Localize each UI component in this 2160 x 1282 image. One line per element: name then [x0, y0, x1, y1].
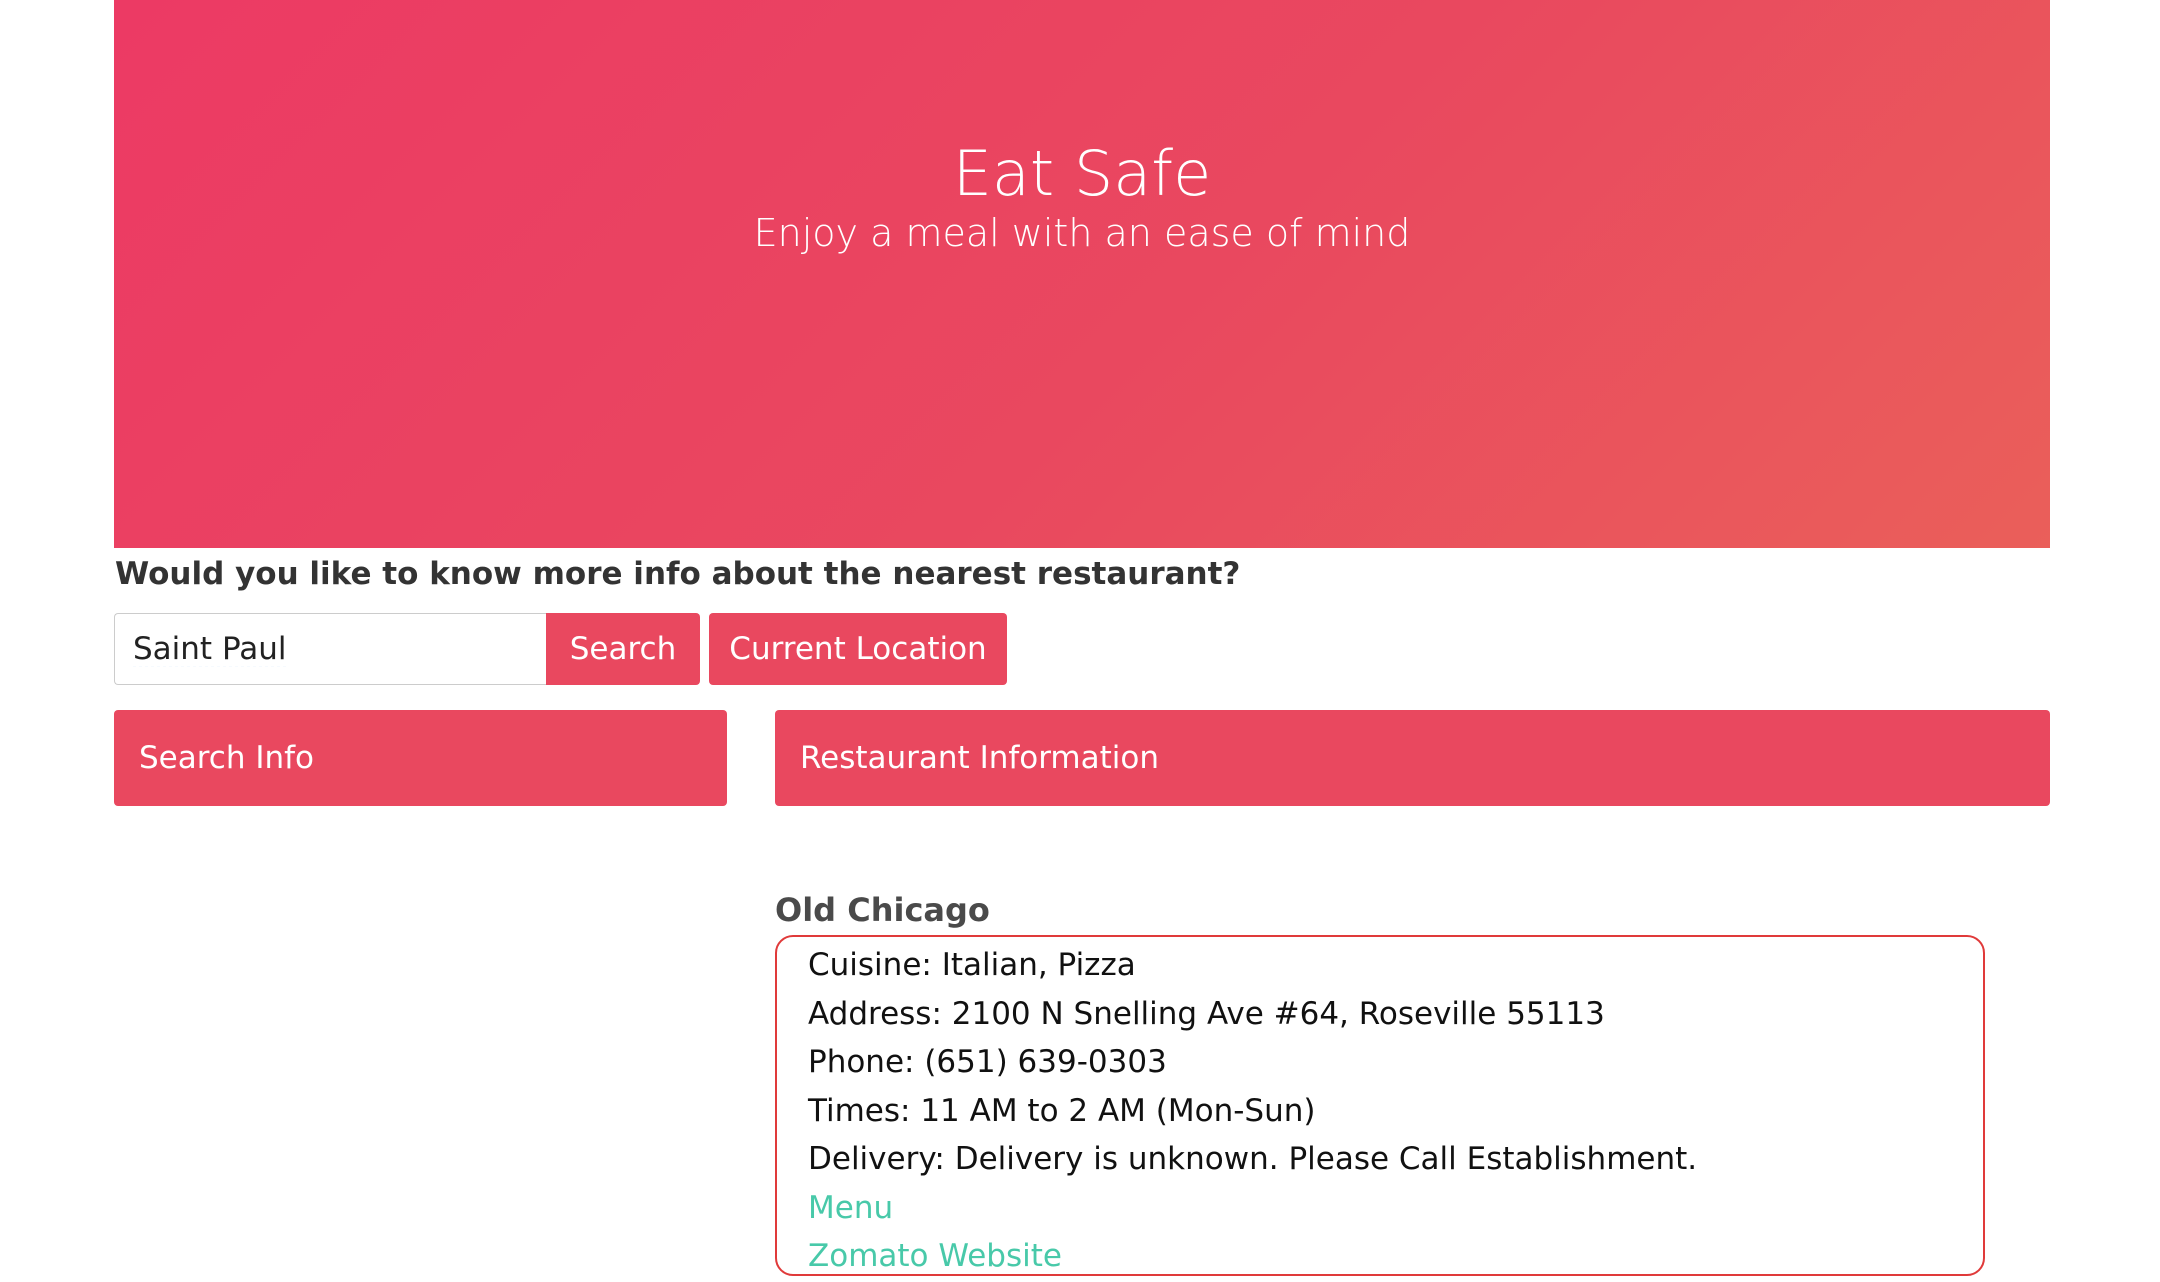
page: Eat Safe Enjoy a meal with an ease of mi…: [0, 0, 2160, 1282]
hero-banner: Eat Safe Enjoy a meal with an ease of mi…: [114, 0, 2050, 548]
zomato-website-link[interactable]: Zomato Website: [808, 1232, 1983, 1281]
hero-subtitle: Enjoy a meal with an ease of mind: [753, 211, 1411, 255]
address-text: Address: 2100 N Snelling Ave #64, Rosevi…: [808, 995, 1605, 1032]
restaurant-info-header: Restaurant Information: [775, 710, 2050, 806]
cuisine-text: Cuisine: Italian, Pizza: [808, 947, 1136, 983]
menu-link[interactable]: Menu: [808, 1184, 1983, 1233]
search-question: Would you like to know more info about t…: [115, 556, 1241, 592]
restaurant-name: Old Chicago: [775, 891, 990, 929]
delivery-text: Delivery: Delivery is unknown. Please Ca…: [808, 1141, 1698, 1177]
hero-title: Eat Safe: [952, 137, 1212, 210]
city-search-input[interactable]: [114, 613, 546, 685]
search-button[interactable]: Search: [546, 613, 700, 685]
current-location-button[interactable]: Current Location: [709, 613, 1007, 685]
search-info-header: Search Info: [114, 710, 727, 806]
times-text: Times: 11 AM to 2 AM (Mon-Sun): [808, 1092, 1316, 1129]
restaurant-info-card: Cuisine: Italian, Pizza Address: 2100 N …: [775, 935, 1985, 1276]
phone-text: Phone: (651) 639-0303: [808, 1044, 1167, 1080]
